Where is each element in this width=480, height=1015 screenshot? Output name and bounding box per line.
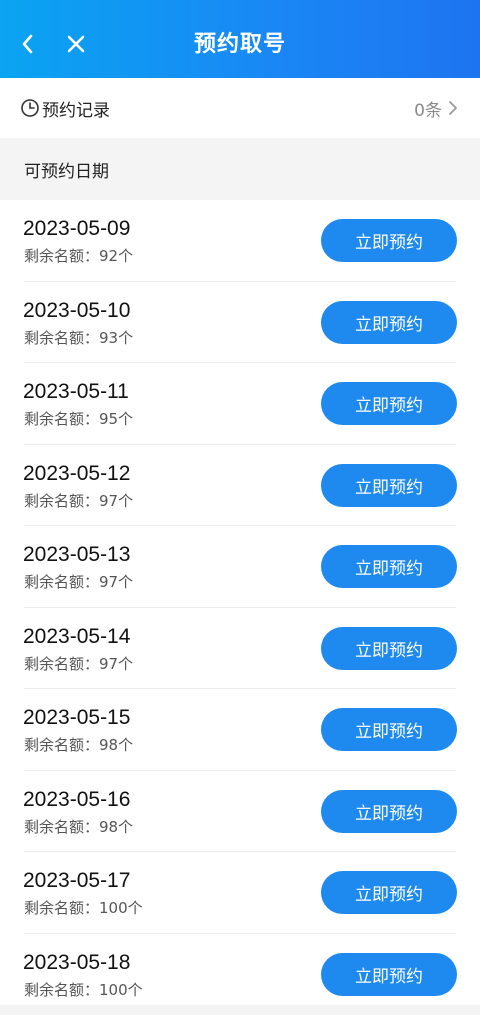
list-item: 2023-05-12 剩余名额：97个 立即预约 <box>0 445 480 527</box>
book-now-button[interactable]: 立即预约 <box>321 708 457 751</box>
book-now-button[interactable]: 立即预约 <box>321 464 457 507</box>
list-item: 2023-05-13 剩余名额：97个 立即预约 <box>0 526 480 608</box>
slot-date: 2023-05-14 <box>23 625 130 649</box>
slot-date: 2023-05-13 <box>23 543 130 567</box>
slot-remaining: 剩余名额：97个 <box>24 571 133 592</box>
book-now-button[interactable]: 立即预约 <box>321 953 457 996</box>
slot-remaining: 剩余名额：100个 <box>24 897 143 918</box>
list-item: 2023-05-14 剩余名额：97个 立即预约 <box>0 608 480 690</box>
date-list: 2023-05-09剩余名额：92个立即预约2023-05-10剩余名额：93个… <box>0 200 480 1005</box>
book-now-button[interactable]: 立即预约 <box>321 382 457 425</box>
list-item: 2023-05-11 剩余名额：95个 立即预约 <box>0 363 480 445</box>
book-now-button[interactable]: 立即预约 <box>321 871 457 914</box>
list-item: 2023-05-09 剩余名额：92个 立即预约 <box>0 200 480 282</box>
slot-remaining: 剩余名额：100个 <box>24 979 143 1000</box>
slot-remaining: 剩余名额：92个 <box>24 245 133 266</box>
chevron-right-icon <box>448 100 458 116</box>
list-item: 2023-05-18 剩余名额：100个 立即预约 <box>0 934 480 1015</box>
book-now-button[interactable]: 立即预约 <box>321 627 457 670</box>
slot-date: 2023-05-09 <box>23 217 130 241</box>
section-title: 可预约日期 <box>0 138 480 200</box>
book-now-button[interactable]: 立即预约 <box>321 301 457 344</box>
clock-icon <box>20 98 40 118</box>
book-now-button[interactable]: 立即预约 <box>321 790 457 833</box>
slot-remaining: 剩余名额：93个 <box>24 327 133 348</box>
book-now-button[interactable]: 立即预约 <box>321 545 457 588</box>
book-now-button[interactable]: 立即预约 <box>321 219 457 262</box>
booking-records-label: 预约记录 <box>42 96 110 121</box>
slot-remaining: 剩余名额：97个 <box>24 490 133 511</box>
list-item: 2023-05-16 剩余名额：98个 立即预约 <box>0 771 480 853</box>
top-bar: 预约取号 <box>0 0 480 88</box>
booking-records-count: 0条 <box>414 96 442 121</box>
list-item: 2023-05-15 剩余名额：98个 立即预约 <box>0 689 480 771</box>
slot-remaining: 剩余名额：95个 <box>24 408 133 429</box>
page-title: 预约取号 <box>0 26 480 58</box>
slot-date: 2023-05-15 <box>23 706 130 730</box>
slot-date: 2023-05-16 <box>23 788 130 812</box>
slot-remaining: 剩余名额：98个 <box>24 734 133 755</box>
slot-date: 2023-05-17 <box>23 869 130 893</box>
slot-remaining: 剩余名额：98个 <box>24 816 133 837</box>
list-item: 2023-05-17 剩余名额：100个 立即预约 <box>0 852 480 934</box>
slot-date: 2023-05-10 <box>23 299 130 323</box>
slot-date: 2023-05-18 <box>23 951 130 975</box>
booking-records-row[interactable]: 预约记录 0条 <box>0 78 480 138</box>
list-item: 2023-05-10 剩余名额：93个 立即预约 <box>0 282 480 364</box>
slot-date: 2023-05-11 <box>23 380 129 404</box>
slot-date: 2023-05-12 <box>23 462 130 486</box>
slot-remaining: 剩余名额：97个 <box>24 653 133 674</box>
